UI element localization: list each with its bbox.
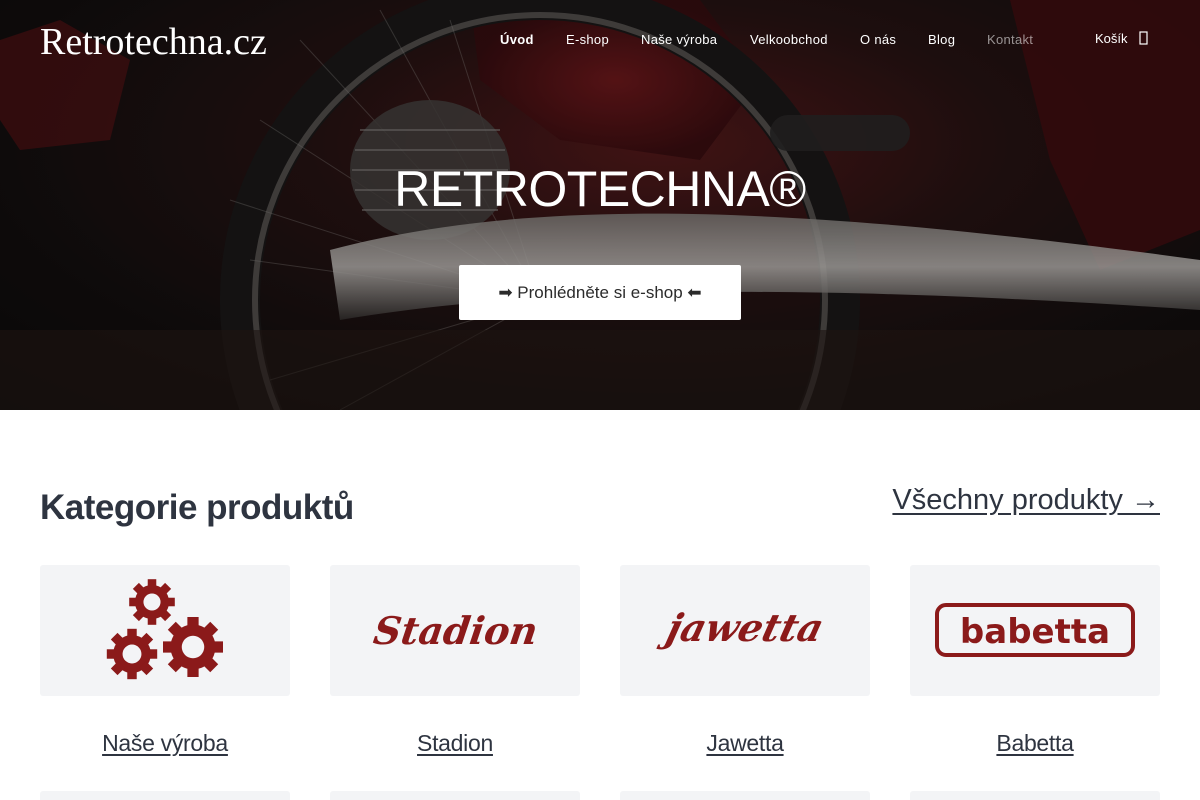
svg-text:Stadion: Stadion bbox=[371, 609, 541, 654]
nav-item-blog[interactable]: Blog bbox=[928, 32, 955, 47]
nav-item-o-nas[interactable]: O nás bbox=[860, 32, 896, 47]
category-card-jawetta[interactable]: jawetta bbox=[620, 565, 870, 696]
category-card-next[interactable] bbox=[910, 791, 1160, 800]
category-label-babetta[interactable]: Babetta bbox=[910, 730, 1160, 757]
category-label-nase-vyroba[interactable]: Naše výroba bbox=[40, 730, 290, 757]
category-card-next[interactable] bbox=[40, 791, 290, 800]
hero-title: RETROTECHNA® bbox=[394, 161, 806, 217]
category-card-next[interactable] bbox=[620, 791, 870, 800]
shopping-bag-icon[interactable] bbox=[1139, 31, 1149, 45]
nav-item-velkoobchod[interactable]: Velkoobchod bbox=[750, 32, 828, 47]
category-label-stadion[interactable]: Stadion bbox=[330, 730, 580, 757]
cart-link[interactable]: Košík bbox=[1095, 31, 1128, 46]
site-logo[interactable]: Retrotechna.cz bbox=[40, 20, 267, 64]
category-card-babetta[interactable]: babetta bbox=[910, 565, 1160, 696]
category-card-next[interactable] bbox=[330, 791, 580, 800]
svg-text:babetta: babetta bbox=[960, 612, 1110, 652]
babetta-logo: babetta bbox=[935, 603, 1135, 657]
category-card-nase-vyroba[interactable] bbox=[40, 565, 290, 696]
eshop-cta-button[interactable]: ➡ Prohlédněte si e-shop ⬅ bbox=[459, 265, 741, 320]
jawetta-logo: jawetta bbox=[655, 607, 828, 651]
stadion-logo: Stadion bbox=[371, 609, 541, 654]
nav-item-kontakt[interactable]: Kontakt bbox=[987, 32, 1033, 47]
nav-item-nase-vyroba[interactable]: Naše výroba bbox=[641, 32, 717, 47]
category-label-jawetta[interactable]: Jawetta bbox=[620, 730, 870, 757]
section-title: Kategorie produktů bbox=[40, 488, 354, 527]
category-card-stadion[interactable]: Stadion bbox=[330, 565, 580, 696]
all-products-link[interactable]: Všechny produkty → bbox=[892, 484, 1160, 517]
svg-text:jawetta: jawetta bbox=[655, 607, 828, 651]
gears-icon bbox=[106, 579, 223, 680]
nav-item-uvod[interactable]: Úvod bbox=[500, 32, 534, 47]
nav-item-eshop[interactable]: E-shop bbox=[566, 32, 609, 47]
